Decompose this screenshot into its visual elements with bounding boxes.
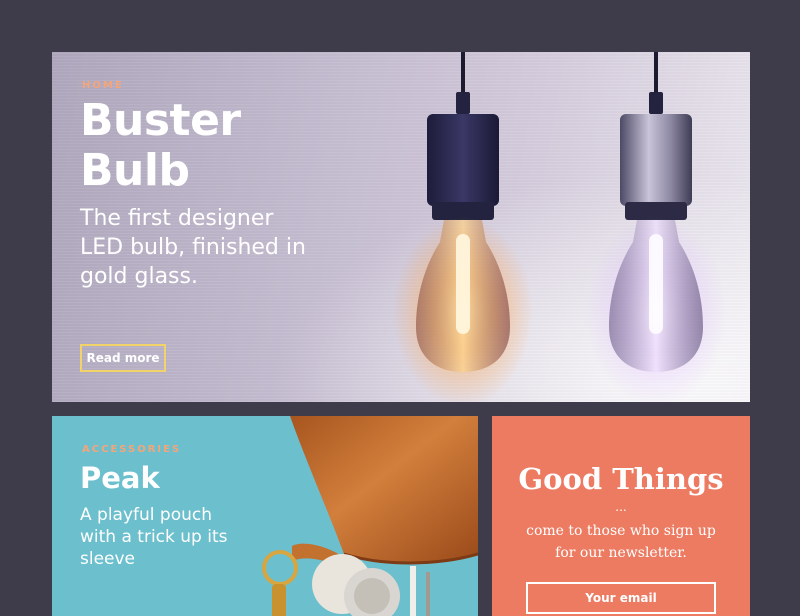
newsletter-description: come to those who sign up for our newsle… [492, 520, 750, 564]
pendant-bulbs-image [393, 52, 726, 402]
hero-category-label: HOME [82, 80, 124, 91]
newsletter-ellipsis: ... [615, 500, 627, 514]
newsletter-card: Good Things ... come to those who sign u… [492, 416, 750, 616]
hero-card[interactable]: HOME Buster Bulb The first designer LED … [52, 52, 750, 402]
newsletter-description-line-1: come to those who sign up [526, 523, 716, 539]
peak-card[interactable]: ACCESSORIES Peak A playful pouch with a … [52, 416, 478, 616]
leather-pouch-image [262, 416, 478, 616]
peak-title[interactable]: Peak [80, 460, 160, 496]
email-field[interactable] [526, 582, 716, 614]
peak-description: A playful pouch with a trick up its slee… [80, 505, 228, 569]
newsletter-title: Good Things [518, 462, 724, 496]
read-more-button[interactable]: Read more [80, 344, 166, 372]
newsletter-description-line-2: for our newsletter. [555, 545, 687, 561]
hero-description: The first designer LED bulb, finished in… [80, 206, 306, 289]
peak-category-label: ACCESSORIES [82, 444, 182, 455]
hero-title[interactable]: Buster Bulb [80, 96, 340, 196]
